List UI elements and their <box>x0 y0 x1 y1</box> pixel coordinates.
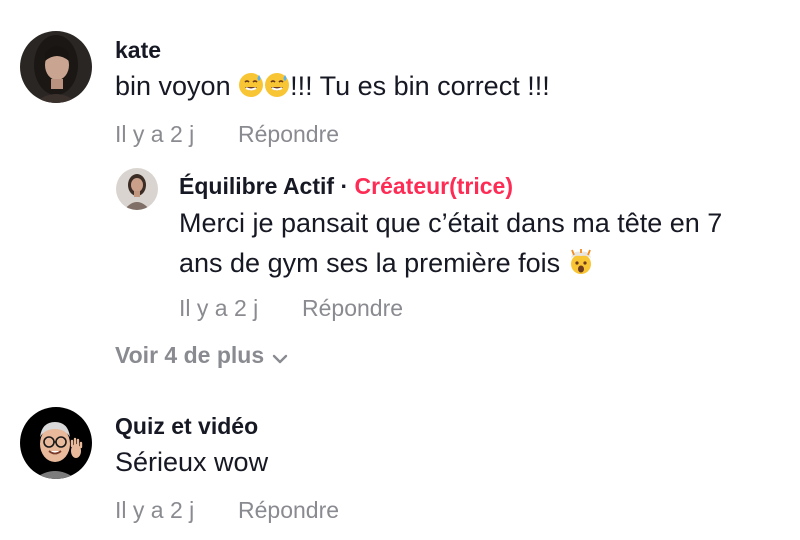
grinning-sweat-emoji <box>238 69 264 109</box>
chevron-down-icon <box>272 354 288 364</box>
grinning-sweat-emoji <box>264 69 290 109</box>
avatar[interactable] <box>20 31 92 103</box>
username[interactable]: Équilibre Actif <box>179 173 334 199</box>
reply-username-line: Équilibre Actif · Créateur(trice) <box>179 173 513 200</box>
avatar[interactable] <box>116 168 158 210</box>
timestamp: Il y a 2 j <box>115 121 195 147</box>
reply-button[interactable]: Répondre <box>238 121 339 148</box>
view-more-replies-button[interactable]: Voir 4 de plus <box>115 342 288 369</box>
timestamp: Il y a 2 j <box>115 497 195 523</box>
avatar[interactable] <box>20 407 92 479</box>
comment-text: Merci je pansait que c’était dans ma têt… <box>179 203 722 286</box>
reply-button[interactable]: Répondre <box>302 295 403 322</box>
timestamp: Il y a 2 j <box>179 295 259 321</box>
creator-badge: Créateur(trice) <box>354 173 514 199</box>
comment-text: bin voyon !!! Tu es bin correct !!! <box>115 66 550 109</box>
separator: · <box>340 173 349 199</box>
username[interactable]: kate <box>115 37 161 64</box>
reply-button[interactable]: Répondre <box>238 497 339 524</box>
username[interactable]: Quiz et vidéo <box>115 413 258 440</box>
exploding-head-emoji <box>568 246 594 286</box>
comment-text: Sérieux wow <box>115 447 269 477</box>
